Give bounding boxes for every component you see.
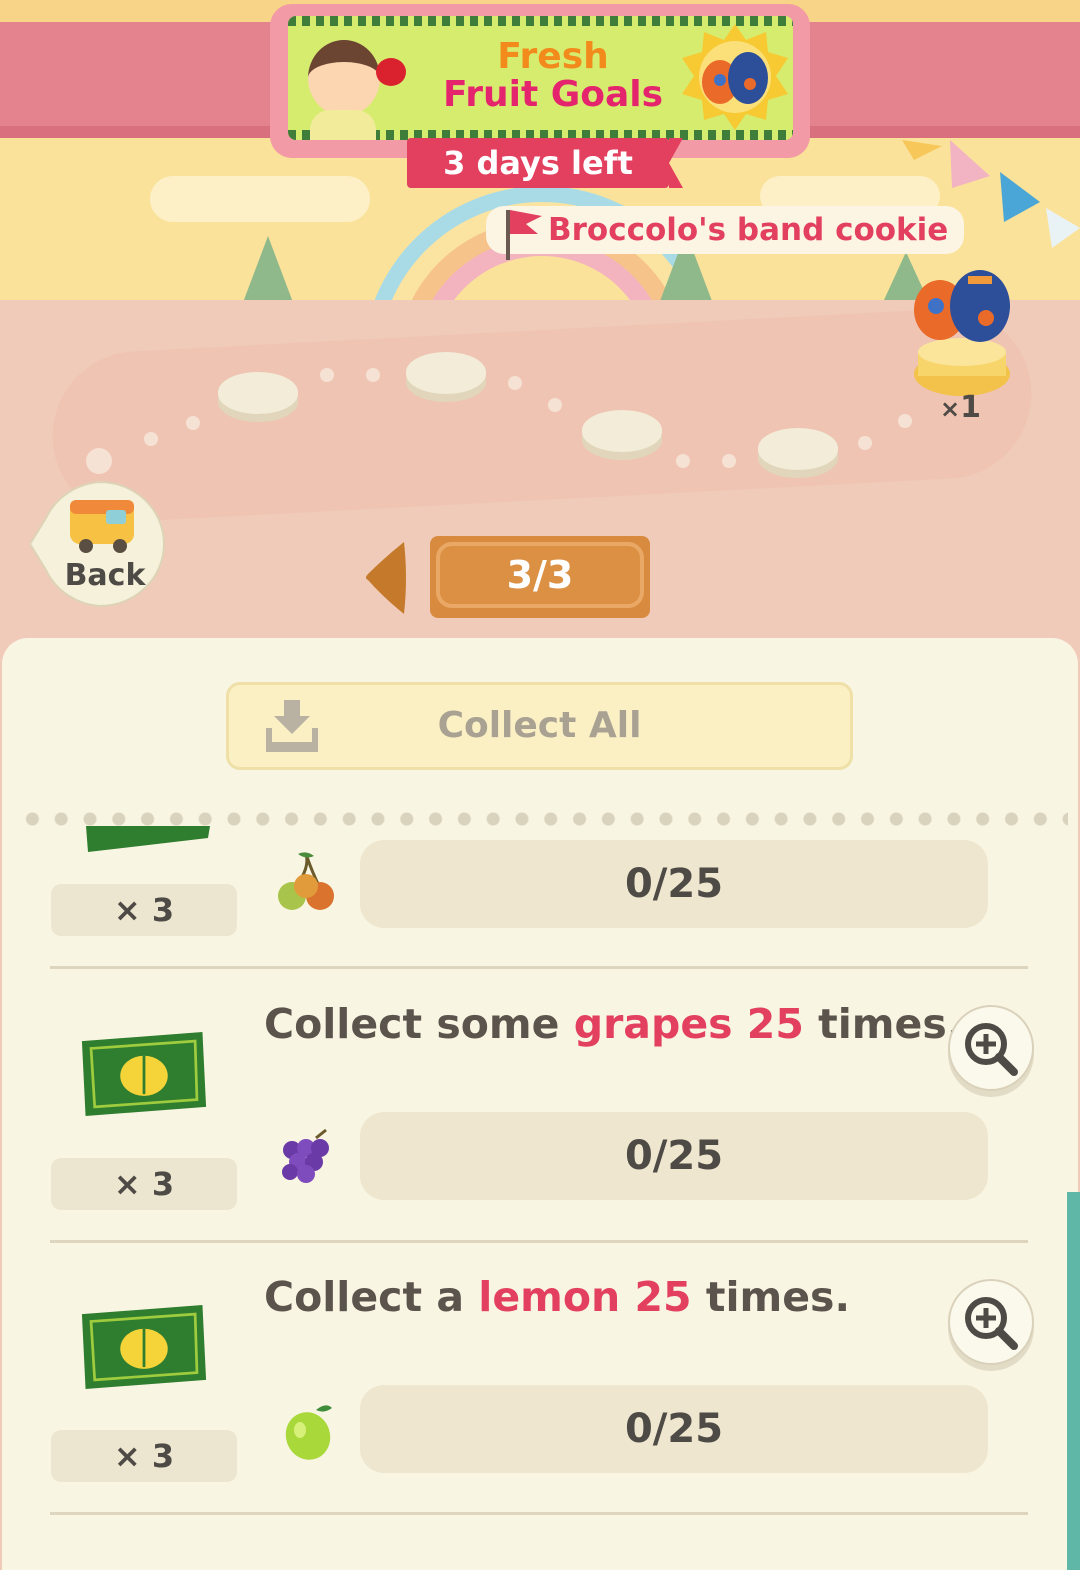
path-dot — [366, 368, 380, 382]
path-dot — [898, 414, 912, 428]
previous-page-arrow-icon[interactable] — [364, 540, 408, 616]
scrollbar[interactable] — [1067, 1192, 1080, 1570]
time-left-badge: 3 days left — [407, 138, 683, 188]
path-dot — [722, 454, 736, 468]
reward-multiplier: × 3 — [51, 1158, 237, 1210]
task-progress-bar: 0/25 — [360, 1385, 988, 1473]
collect-all-label: Collect All — [437, 705, 642, 746]
path-dot — [320, 368, 334, 382]
path-dot — [508, 376, 522, 390]
row-divider — [50, 1240, 1028, 1243]
apple-icon — [376, 58, 406, 86]
path-stone — [218, 372, 298, 414]
reward-multiplier: × 3 — [51, 1430, 237, 1482]
section-divider-dotted — [18, 812, 1068, 826]
villager-character-icon — [308, 40, 380, 116]
path-dot — [186, 416, 200, 430]
zoom-in-button[interactable] — [946, 1004, 1036, 1098]
prize-count: ×1 — [940, 390, 981, 425]
path-stone — [758, 428, 838, 470]
red-flag-icon — [506, 210, 542, 260]
page-indicator: 3/3 — [436, 542, 644, 608]
reward-multiplier: × 3 — [51, 884, 237, 936]
path-stone — [406, 352, 486, 394]
task-progress-bar: 0/25 — [360, 1112, 988, 1200]
leaf-ticket-icon — [86, 826, 210, 852]
zoom-in-button[interactable] — [946, 1278, 1036, 1372]
path-stone — [582, 410, 662, 452]
grapes-icon — [282, 1128, 329, 1183]
band-cookie-prize-icon[interactable] — [906, 266, 1018, 406]
cherries-icon — [278, 852, 334, 910]
path-dot — [676, 454, 690, 468]
leaf-ticket-icon — [81, 1305, 207, 1389]
back-label: Back — [64, 558, 146, 593]
reward-name-label: Broccolo's band cookie — [486, 206, 964, 254]
leaf-ticket-icon — [81, 1032, 207, 1116]
download-tray-icon — [266, 700, 318, 752]
task-progress-bar: 0/25 — [360, 840, 988, 928]
path-dot — [144, 432, 158, 446]
task-description: Collect a lemon 25 times. — [264, 1273, 851, 1321]
bunting-left-decoration — [0, 136, 200, 256]
row-divider — [50, 1512, 1028, 1515]
path-dot — [858, 436, 872, 450]
row-divider — [50, 966, 1028, 969]
lemon-icon — [285, 1405, 332, 1460]
task-description: Collect some grapes 25 times. — [264, 1000, 963, 1048]
event-title: Fresh Fruit Goals — [442, 36, 664, 115]
reward-badge-icon — [682, 24, 788, 130]
path-dot — [548, 398, 562, 412]
path-dot — [86, 448, 112, 474]
